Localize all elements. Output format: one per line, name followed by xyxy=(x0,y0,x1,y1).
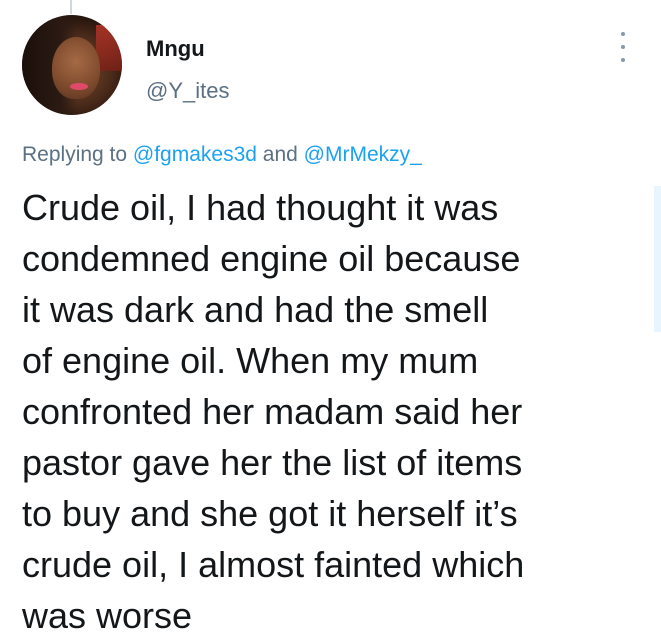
replying-to-prefix: Replying to xyxy=(22,143,133,166)
tweet-text-line: it was dark and had the smell xyxy=(22,289,489,330)
more-options-button[interactable] xyxy=(612,32,634,62)
user-display-name[interactable]: Mngu xyxy=(146,36,205,62)
thread-connector-line xyxy=(70,0,72,14)
user-handle[interactable]: @Y_ites xyxy=(146,78,229,104)
tweet-text-line: pastor gave her the list of items xyxy=(22,442,523,483)
tweet-text: Crude oil, I had thought it was condemne… xyxy=(22,182,632,641)
side-highlight xyxy=(654,186,661,332)
tweet-text-line: condemned engine oil because xyxy=(22,238,521,279)
more-vertical-icon-dot xyxy=(621,45,625,49)
more-vertical-icon-dot xyxy=(621,58,625,62)
tweet-text-line: crude oil, I almost fainted which xyxy=(22,544,525,585)
tweet-text-line: Crude oil, I had thought it was xyxy=(22,187,499,228)
avatar[interactable] xyxy=(22,15,122,115)
tweet-text-line: was worse xyxy=(22,595,193,636)
tweet-text-line: confronted her madam said her xyxy=(22,391,523,432)
tweet-text-line: to buy and she got it herself it’s xyxy=(22,493,518,534)
replying-to-connector: and xyxy=(256,143,304,166)
replying-to-line: Replying to @fgmakes3d and @MrMekzy_ xyxy=(22,143,422,167)
avatar-lips xyxy=(70,83,88,90)
mention-link[interactable]: @MrMekzy_ xyxy=(304,143,422,166)
tweet-text-line: of engine oil. When my mum xyxy=(22,340,479,381)
mention-link[interactable]: @fgmakes3d xyxy=(133,143,257,166)
more-vertical-icon xyxy=(621,32,625,36)
